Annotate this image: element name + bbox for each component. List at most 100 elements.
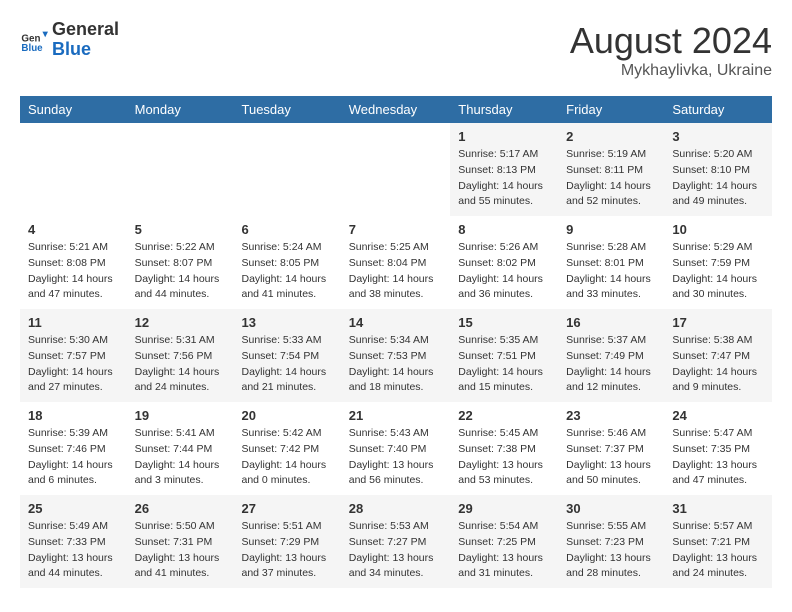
day-number: 17 [672,315,764,330]
logo-icon: Gen Blue [20,26,48,54]
day-info: Sunrise: 5:42 AMSunset: 7:42 PMDaylight:… [242,426,333,489]
day-info: Sunrise: 5:28 AMSunset: 8:01 PMDaylight:… [566,240,656,303]
day-info: Sunrise: 5:49 AMSunset: 7:33 PMDaylight:… [28,519,119,582]
day-number: 19 [135,408,226,423]
day-info: Sunrise: 5:53 AMSunset: 7:27 PMDaylight:… [349,519,443,582]
day-info: Sunrise: 5:50 AMSunset: 7:31 PMDaylight:… [135,519,226,582]
calendar-cell: 5Sunrise: 5:22 AMSunset: 8:07 PMDaylight… [127,216,234,309]
day-number: 12 [135,315,226,330]
calendar-cell [20,123,127,216]
calendar-cell: 2 Sunrise: 5:19 AMSunset: 8:11 PMDaylight… [558,123,664,216]
day-info: Sunrise: 5:19 AMSunset: 8:11 PMDaylight:… [566,147,656,210]
day-info: Sunrise: 5:51 AMSunset: 7:29 PMDaylight:… [242,519,333,582]
calendar-header-row: SundayMondayTuesdayWednesdayThursdayFrid… [20,96,772,123]
calendar-cell [234,123,341,216]
calendar-cell: 6Sunrise: 5:24 AMSunset: 8:05 PMDaylight… [234,216,341,309]
logo-general-text: General [52,20,119,40]
day-number: 25 [28,501,119,516]
calendar-cell: 26 Sunrise: 5:50 AMSunset: 7:31 PMDayligh… [127,495,234,588]
day-info: Sunrise: 5:46 AMSunset: 7:37 PMDaylight:… [566,426,656,489]
calendar-cell: 4Sunrise: 5:21 AMSunset: 8:08 PMDaylight… [20,216,127,309]
day-info: Sunrise: 5:25 AMSunset: 8:04 PMDaylight:… [349,240,443,303]
calendar-cell: 8Sunrise: 5:26 AMSunset: 8:02 PMDaylight… [450,216,558,309]
logo-blue-text: Blue [52,40,119,60]
day-info: Sunrise: 5:43 AMSunset: 7:40 PMDaylight:… [349,426,443,489]
day-info: Sunrise: 5:30 AMSunset: 7:57 PMDaylight:… [28,333,119,396]
calendar-cell: 22 Sunrise: 5:45 AMSunset: 7:38 PMDayligh… [450,402,558,495]
calendar-week-row: 1 Sunrise: 5:17 AMSunset: 8:13 PMDaylight… [20,123,772,216]
calendar-cell: 29 Sunrise: 5:54 AMSunset: 7:25 PMDayligh… [450,495,558,588]
day-number: 1 [458,129,550,144]
calendar-week-row: 25 Sunrise: 5:49 AMSunset: 7:33 PMDayligh… [20,495,772,588]
calendar-cell: 12 Sunrise: 5:31 AMSunset: 7:56 PMDayligh… [127,309,234,402]
day-info: Sunrise: 5:57 AMSunset: 7:21 PMDaylight:… [672,519,764,582]
day-number: 15 [458,315,550,330]
day-number: 14 [349,315,443,330]
header-wednesday: Wednesday [341,96,451,123]
calendar-cell: 19 Sunrise: 5:41 AMSunset: 7:44 PMDayligh… [127,402,234,495]
header-tuesday: Tuesday [234,96,341,123]
day-info: Sunrise: 5:31 AMSunset: 7:56 PMDaylight:… [135,333,226,396]
calendar-cell: 20 Sunrise: 5:42 AMSunset: 7:42 PMDayligh… [234,402,341,495]
day-number: 31 [672,501,764,516]
day-number: 9 [566,222,656,237]
day-info: Sunrise: 5:41 AMSunset: 7:44 PMDaylight:… [135,426,226,489]
month-year-title: August 2024 [570,20,772,62]
day-number: 20 [242,408,333,423]
calendar-cell: 16Sunrise: 5:37 AMSunset: 7:49 PMDayligh… [558,309,664,402]
day-info: Sunrise: 5:38 AMSunset: 7:47 PMDaylight:… [672,333,764,396]
day-number: 23 [566,408,656,423]
day-number: 28 [349,501,443,516]
calendar-cell [341,123,451,216]
calendar-cell: 3 Sunrise: 5:20 AMSunset: 8:10 PMDaylight… [664,123,772,216]
day-number: 22 [458,408,550,423]
day-number: 13 [242,315,333,330]
calendar-cell: 31 Sunrise: 5:57 AMSunset: 7:21 PMDayligh… [664,495,772,588]
day-info: Sunrise: 5:22 AMSunset: 8:07 PMDaylight:… [135,240,226,303]
page-header: Gen Blue General Blue August 2024 Mykhay… [20,20,772,80]
calendar-cell: 21 Sunrise: 5:43 AMSunset: 7:40 PMDayligh… [341,402,451,495]
calendar-table: SundayMondayTuesdayWednesdayThursdayFrid… [20,96,772,588]
day-number: 21 [349,408,443,423]
header-saturday: Saturday [664,96,772,123]
day-info: Sunrise: 5:37 AMSunset: 7:49 PMDaylight:… [566,333,656,396]
day-info: Sunrise: 5:55 AMSunset: 7:23 PMDaylight:… [566,519,656,582]
header-friday: Friday [558,96,664,123]
calendar-week-row: 18 Sunrise: 5:39 AMSunset: 7:46 PMDayligh… [20,402,772,495]
calendar-week-row: 4Sunrise: 5:21 AMSunset: 8:08 PMDaylight… [20,216,772,309]
day-number: 24 [672,408,764,423]
day-info: Sunrise: 5:45 AMSunset: 7:38 PMDaylight:… [458,426,550,489]
calendar-cell: 7Sunrise: 5:25 AMSunset: 8:04 PMDaylight… [341,216,451,309]
day-info: Sunrise: 5:29 AMSunset: 7:59 PMDaylight:… [672,240,764,303]
calendar-cell: 15Sunrise: 5:35 AMSunset: 7:51 PMDayligh… [450,309,558,402]
day-number: 18 [28,408,119,423]
title-block: August 2024 Mykhaylivka, Ukraine [570,20,772,80]
svg-text:Blue: Blue [21,43,43,54]
calendar-cell: 25 Sunrise: 5:49 AMSunset: 7:33 PMDayligh… [20,495,127,588]
day-number: 8 [458,222,550,237]
header-thursday: Thursday [450,96,558,123]
day-info: Sunrise: 5:20 AMSunset: 8:10 PMDaylight:… [672,147,764,210]
day-info: Sunrise: 5:21 AMSunset: 8:08 PMDaylight:… [28,240,119,303]
day-info: Sunrise: 5:34 AMSunset: 7:53 PMDaylight:… [349,333,443,396]
calendar-cell: 13 Sunrise: 5:33 AMSunset: 7:54 PMDayligh… [234,309,341,402]
calendar-cell: 23 Sunrise: 5:46 AMSunset: 7:37 PMDayligh… [558,402,664,495]
calendar-cell: 28 Sunrise: 5:53 AMSunset: 7:27 PMDayligh… [341,495,451,588]
day-info: Sunrise: 5:33 AMSunset: 7:54 PMDaylight:… [242,333,333,396]
day-info: Sunrise: 5:17 AMSunset: 8:13 PMDaylight:… [458,147,550,210]
location-subtitle: Mykhaylivka, Ukraine [570,62,772,80]
calendar-cell: 17 Sunrise: 5:38 AMSunset: 7:47 PMDayligh… [664,309,772,402]
calendar-cell: 11Sunrise: 5:30 AMSunset: 7:57 PMDayligh… [20,309,127,402]
calendar-cell: 18 Sunrise: 5:39 AMSunset: 7:46 PMDayligh… [20,402,127,495]
calendar-cell: 1 Sunrise: 5:17 AMSunset: 8:13 PMDaylight… [450,123,558,216]
day-number: 26 [135,501,226,516]
day-number: 2 [566,129,656,144]
logo: Gen Blue General Blue [20,20,119,60]
day-info: Sunrise: 5:47 AMSunset: 7:35 PMDaylight:… [672,426,764,489]
calendar-cell: 9 Sunrise: 5:28 AMSunset: 8:01 PMDaylight… [558,216,664,309]
day-number: 29 [458,501,550,516]
day-info: Sunrise: 5:39 AMSunset: 7:46 PMDaylight:… [28,426,119,489]
day-number: 10 [672,222,764,237]
day-info: Sunrise: 5:54 AMSunset: 7:25 PMDaylight:… [458,519,550,582]
day-number: 3 [672,129,764,144]
